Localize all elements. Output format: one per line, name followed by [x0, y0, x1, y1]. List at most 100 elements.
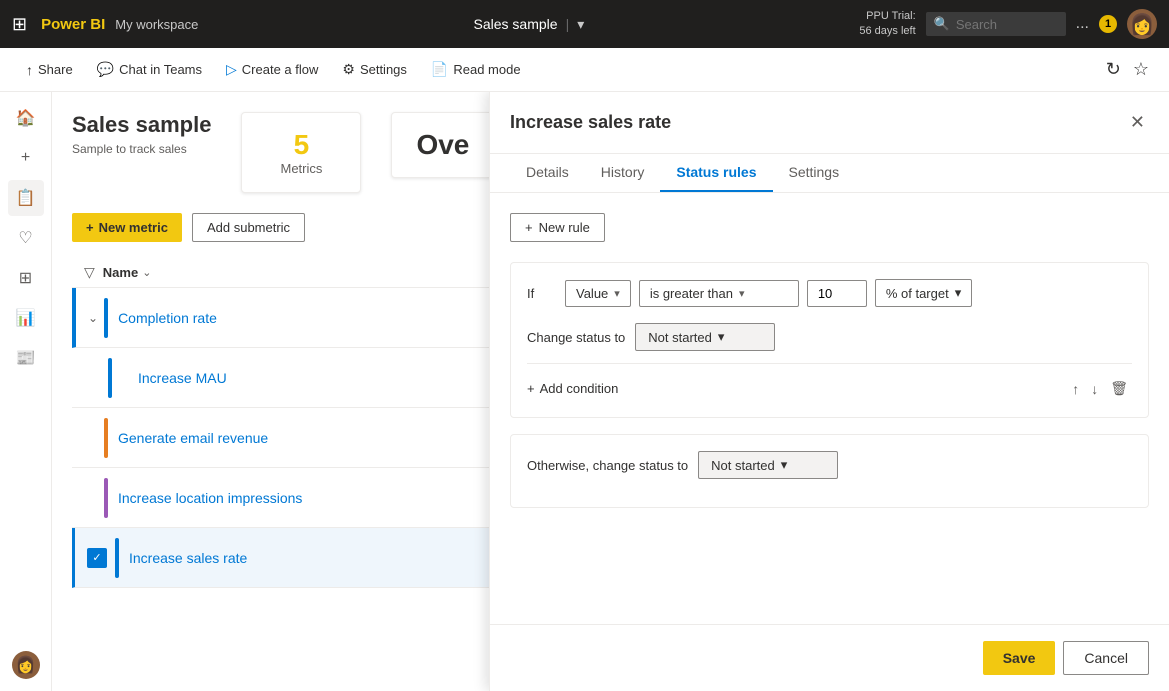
condition-operator-select[interactable]: is greater than ▾ [639, 280, 799, 307]
workspace-name[interactable]: My workspace [115, 17, 198, 32]
more-icon[interactable]: ... [1076, 15, 1089, 33]
scorecard-subtitle: Sample to track sales [72, 142, 211, 156]
tab-details[interactable]: Details [510, 154, 585, 192]
move-down-button[interactable]: ↓ [1087, 376, 1102, 401]
read-mode-button[interactable]: 📄 Read mode [421, 57, 531, 82]
report-dropdown-btn[interactable]: ▾ [577, 16, 584, 33]
add-submetric-button[interactable]: Add submetric [192, 213, 305, 242]
otherwise-label: Otherwise, change status to [527, 458, 688, 473]
flow-icon: ▷ [226, 61, 237, 78]
status-value-select[interactable]: Not started ▾ [635, 323, 775, 351]
secondary-toolbar: ↑ Share 💬 Chat in Teams ▷ Create a flow … [0, 48, 1169, 92]
expand-icon[interactable]: ⌄ [88, 311, 98, 325]
panel-tabs: Details History Status rules Settings [490, 154, 1169, 193]
teams-icon: 💬 [97, 61, 114, 78]
check-icon: ✓ [87, 548, 107, 568]
cancel-button[interactable]: Cancel [1063, 641, 1149, 675]
chevron-down-icon-3: ▾ [955, 285, 962, 301]
over-card: Ove [391, 112, 494, 178]
metric-indicator-mau [108, 358, 112, 398]
otherwise-value-select[interactable]: Not started ▾ [698, 451, 838, 479]
sort-icon[interactable]: ⌄ [142, 266, 151, 279]
plus-icon-rule: + [525, 220, 533, 235]
share-button[interactable]: ↑ Share [16, 58, 83, 82]
avatar[interactable]: 👩 [1127, 9, 1157, 39]
chevron-down-icon-2: ▾ [739, 287, 745, 300]
metrics-count-card: 5 Metrics [241, 112, 361, 193]
otherwise-section: Otherwise, change status to Not started … [510, 434, 1149, 508]
tab-history[interactable]: History [585, 154, 661, 192]
condition-unit-select[interactable]: % of target ▾ [875, 279, 972, 307]
rule-actions: ↑ ↓ 🗑 [1068, 376, 1132, 401]
over-number: Ove [416, 129, 469, 161]
delete-rule-button[interactable]: 🗑 [1106, 376, 1132, 401]
add-condition-button[interactable]: + Add condition [527, 381, 618, 396]
new-rule-button[interactable]: + New rule [510, 213, 605, 242]
report-name: Sales sample [474, 16, 558, 32]
filter-icon[interactable]: ▽ [84, 264, 95, 281]
name-col-header: Name [103, 265, 138, 280]
right-panel: Increase sales rate ✕ Details History St… [489, 92, 1169, 691]
sidebar-learn-icon[interactable]: 📰 [8, 340, 44, 376]
chevron-down-icon-4: ▾ [718, 329, 725, 345]
rule-divider [527, 363, 1132, 364]
separator: | [566, 16, 570, 32]
change-status-label: Change status to [527, 330, 625, 345]
scorecard-title: Sales sample [72, 112, 211, 138]
tab-settings[interactable]: Settings [773, 154, 856, 192]
sidebar-avatar[interactable]: 👩 [12, 651, 40, 679]
panel-close-button[interactable]: ✕ [1126, 108, 1149, 137]
left-sidebar: 🏠 + 📋 ♡ ⊞ 📊 📰 👩 [0, 92, 52, 691]
content-area: Sales sample Sample to track sales 5 Met… [52, 92, 1169, 691]
add-condition-row: + Add condition ↑ ↓ 🗑 [527, 376, 1132, 401]
tab-status-rules[interactable]: Status rules [660, 154, 772, 192]
status-row: Change status to Not started ▾ [527, 323, 1132, 351]
plus-icon: + [86, 220, 94, 235]
sidebar-apps-icon[interactable]: ⊞ [8, 260, 44, 296]
panel-header: Increase sales rate ✕ [490, 92, 1169, 154]
otherwise-row: Otherwise, change status to Not started … [527, 451, 1132, 479]
settings-button[interactable]: ⚙ Settings [332, 57, 417, 82]
panel-content: + New rule If Value ▾ is greater than [490, 193, 1169, 624]
read-icon: 📄 [431, 61, 448, 78]
favorite-button[interactable]: ☆ [1129, 55, 1153, 84]
metric-indicator-sales [115, 538, 119, 578]
topbar: ⊞ Power BI My workspace Sales sample | ▾… [0, 0, 1169, 48]
create-flow-button[interactable]: ▷ Create a flow [216, 57, 328, 82]
panel-title: Increase sales rate [510, 112, 1126, 133]
chevron-down-icon-5: ▾ [781, 457, 788, 473]
condition-value-input[interactable] [807, 280, 867, 307]
metrics-count-label: Metrics [266, 161, 336, 176]
rule-section: If Value ▾ is greater than ▾ % of target [510, 262, 1149, 418]
new-metric-button[interactable]: + New metric [72, 213, 182, 242]
main-layout: 🏠 + 📋 ♡ ⊞ 📊 📰 👩 Sales sample Sample to t… [0, 92, 1169, 691]
panel-footer: Save Cancel [490, 624, 1169, 691]
share-icon: ↑ [26, 62, 33, 78]
search-input[interactable] [956, 17, 1046, 32]
chevron-down-icon: ▾ [614, 287, 620, 300]
trial-info: PPU Trial: 56 days left [859, 9, 915, 40]
sidebar-metrics-icon[interactable]: 📊 [8, 300, 44, 336]
rule-condition-row: If Value ▾ is greater than ▾ % of target [527, 279, 1132, 307]
search-icon: 🔍 [934, 16, 950, 32]
metric-indicator-location [104, 478, 108, 518]
metric-indicator-email [104, 418, 108, 458]
metric-indicator [104, 298, 108, 338]
sidebar-create-icon[interactable]: + [8, 140, 44, 176]
if-label: If [527, 286, 557, 301]
sidebar-home-icon[interactable]: 🏠 [8, 100, 44, 136]
settings-icon: ⚙ [342, 61, 355, 78]
move-up-button[interactable]: ↑ [1068, 376, 1083, 401]
brand-logo: Power BI [41, 16, 105, 33]
save-button[interactable]: Save [983, 641, 1056, 675]
search-box[interactable]: 🔍 [926, 12, 1066, 36]
condition-field-select[interactable]: Value ▾ [565, 280, 631, 307]
waffle-icon[interactable]: ⊞ [12, 14, 27, 35]
plus-icon-condition: + [527, 381, 535, 396]
sidebar-favorites-icon[interactable]: ♡ [8, 220, 44, 256]
metrics-count-number: 5 [266, 129, 336, 161]
notification-badge[interactable]: 1 [1099, 15, 1117, 33]
refresh-button[interactable]: ↻ [1102, 55, 1125, 84]
sidebar-browse-icon[interactable]: 📋 [8, 180, 44, 216]
chat-in-teams-button[interactable]: 💬 Chat in Teams [87, 57, 212, 82]
